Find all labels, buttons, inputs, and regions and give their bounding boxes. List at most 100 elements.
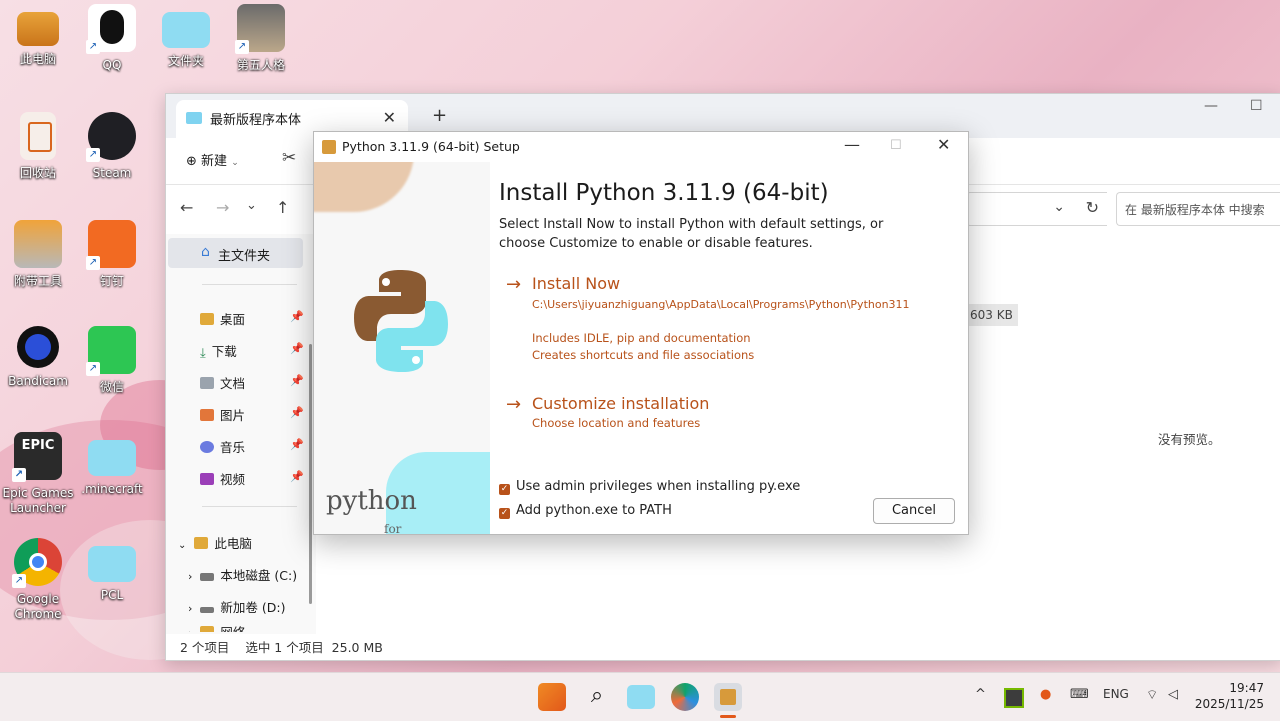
- admin-privileges-checkbox[interactable]: ✓ Use admin privileges when installing py…: [499, 479, 800, 495]
- minimize-icon[interactable]: —: [1204, 98, 1218, 114]
- nvidia-icon[interactable]: [1004, 688, 1024, 708]
- pin-icon[interactable]: 📌: [290, 374, 304, 387]
- home-icon: ⌂: [201, 244, 210, 260]
- pin-icon[interactable]: 📌: [290, 438, 304, 451]
- close-icon[interactable]: ✕: [937, 135, 950, 154]
- cancel-button[interactable]: Cancel: [873, 498, 955, 524]
- new-tab-icon[interactable]: +: [432, 105, 447, 126]
- desktop-icon-minecraft[interactable]: .minecraft: [74, 432, 150, 497]
- music-icon: [200, 441, 214, 453]
- shortcut-arrow-icon: ↗: [86, 40, 100, 54]
- sidebar-item-documents[interactable]: 文档 📌: [200, 373, 304, 395]
- start-icon[interactable]: [538, 683, 566, 711]
- network-icon: [200, 626, 215, 632]
- sidebar-item-drive-d[interactable]: › 新加卷 (D:): [188, 597, 285, 619]
- install-path: C:\Users\jiyuanzhiguang\AppData\Local\Pr…: [532, 298, 910, 311]
- sidebar-item-downloads[interactable]: ⤓ 下载 📌: [200, 341, 304, 363]
- maximize-icon[interactable]: ☐: [1250, 98, 1263, 114]
- new-button[interactable]: ⊕ 新建 ⌄: [186, 150, 239, 169]
- keyboard-icon[interactable]: ⌨: [1070, 687, 1089, 702]
- file-explorer-icon[interactable]: [627, 685, 655, 709]
- folder-icon: [88, 440, 136, 476]
- add-to-path-checkbox[interactable]: ✓ Add python.exe to PATH: [499, 503, 672, 519]
- dialog-subtitle: Select Install Now to install Python wit…: [499, 217, 884, 251]
- drive-icon: [200, 607, 215, 613]
- drive-icon: [200, 573, 215, 581]
- desktop-icon-pcl[interactable]: PCL: [74, 538, 150, 603]
- pin-icon[interactable]: 📌: [290, 406, 304, 419]
- desktop-icon-qq[interactable]: ↗ QQ: [74, 4, 150, 73]
- game-icon: ↗: [235, 4, 285, 54]
- desktop-icon-epic[interactable]: EPIC ↗ Epic Games Launcher: [0, 432, 76, 516]
- sidebar-item-pictures[interactable]: 图片 📌: [200, 405, 304, 427]
- sidebar-item-this-pc[interactable]: ⌄ 此电脑: [178, 533, 252, 555]
- scrollbar[interactable]: [309, 344, 312, 604]
- tab-close-icon[interactable]: ✕: [383, 108, 396, 127]
- chevron-right-icon[interactable]: ›: [188, 627, 192, 632]
- chevron-right-icon[interactable]: ›: [188, 570, 192, 583]
- option-title: Customize installation: [532, 394, 710, 413]
- recycle-bin-icon: [20, 112, 56, 160]
- sidebar-item-home[interactable]: ⌂ 主文件夹: [168, 238, 303, 268]
- language-indicator[interactable]: ENG: [1103, 687, 1129, 701]
- desktop-icon-identity-v[interactable]: ↗ 第五人格: [223, 4, 299, 73]
- python-installer-icon[interactable]: [714, 683, 742, 711]
- logo-text: python: [326, 486, 417, 516]
- checkbox-checked-icon: ✓: [499, 484, 510, 495]
- show-hidden-icons-icon[interactable]: ^: [975, 687, 986, 702]
- search-input[interactable]: 在 最新版程序本体 中搜索: [1116, 192, 1280, 226]
- maximize-icon: ☐: [890, 138, 902, 153]
- sidebar-item-network[interactable]: ›网络: [188, 622, 245, 632]
- back-icon[interactable]: ←: [180, 198, 193, 217]
- folder-icon: [186, 112, 202, 124]
- folder-icon: [88, 546, 136, 582]
- arrow-right-icon: →: [506, 274, 522, 295]
- sidebar-item-music[interactable]: 音乐 📌: [200, 437, 304, 459]
- history-chevron-icon[interactable]: ⌄: [246, 198, 257, 213]
- volume-icon[interactable]: ◁: [1168, 687, 1178, 702]
- microphone-icon[interactable]: ●: [1040, 687, 1051, 702]
- desktop-icon-dingtalk[interactable]: ↗ 钉钉: [74, 220, 150, 289]
- edge-icon[interactable]: [671, 683, 699, 711]
- address-bar[interactable]: ⌄ ↻: [966, 192, 1107, 226]
- steam-icon: ↗: [86, 112, 136, 162]
- chevron-right-icon[interactable]: ›: [188, 602, 192, 615]
- wifi-icon[interactable]: ⌔: [1146, 687, 1158, 703]
- cut-icon[interactable]: ✂: [282, 148, 296, 168]
- python-logo-icon: [354, 270, 448, 372]
- desktop-icon-wechat[interactable]: ↗ 微信: [74, 326, 150, 395]
- desktop-icon-recycle-bin[interactable]: 回收站: [0, 112, 76, 181]
- taskbar: ⌕ ^ ● ⌨ ENG ⌔ ◁ 19:47 2025/11/25: [0, 672, 1280, 721]
- minimize-icon[interactable]: —: [844, 135, 860, 154]
- pin-icon[interactable]: 📌: [290, 342, 304, 355]
- chevron-down-icon[interactable]: ⌄: [178, 540, 186, 551]
- desktop-icon-this-pc[interactable]: 此电脑: [0, 6, 76, 67]
- chevron-down-icon[interactable]: ⌄: [1053, 199, 1065, 215]
- shortcut-arrow-icon: ↗: [86, 256, 100, 270]
- document-icon: [200, 377, 214, 389]
- sidebar-item-desktop[interactable]: 桌面 📌: [200, 309, 304, 331]
- preview-pane-message: 没有预览。: [1158, 432, 1221, 447]
- tools-icon: [14, 220, 62, 268]
- logo-text: for: [384, 522, 402, 534]
- pin-icon[interactable]: 📌: [290, 310, 304, 323]
- forward-icon[interactable]: →: [216, 198, 229, 217]
- pc-icon: [17, 12, 59, 46]
- desktop-icon-tools[interactable]: 附带工具: [0, 220, 76, 289]
- search-icon[interactable]: ⌕: [583, 683, 611, 711]
- desktop-icon-bandicam[interactable]: Bandicam: [0, 326, 76, 389]
- desktop-icon-chrome[interactable]: ↗ Google Chrome: [0, 538, 76, 622]
- chrome-icon: ↗: [12, 538, 62, 588]
- clock[interactable]: 19:47 2025/11/25: [1195, 680, 1264, 712]
- up-icon[interactable]: ↑: [276, 198, 289, 217]
- desktop-icon-folder[interactable]: 文件夹: [148, 4, 224, 69]
- decor-shape: [314, 162, 414, 212]
- sidebar-item-drive-c[interactable]: › 本地磁盘 (C:): [188, 565, 297, 587]
- option-detail: Includes IDLE, pip and documentation: [532, 331, 751, 345]
- sidebar-item-videos[interactable]: 视频 📌: [200, 469, 304, 491]
- desktop-icon-steam[interactable]: ↗ Steam: [74, 112, 150, 181]
- refresh-icon[interactable]: ↻: [1086, 198, 1099, 217]
- wechat-icon: ↗: [86, 326, 136, 376]
- tab-title: 最新版程序本体: [210, 113, 302, 128]
- pin-icon[interactable]: 📌: [290, 470, 304, 483]
